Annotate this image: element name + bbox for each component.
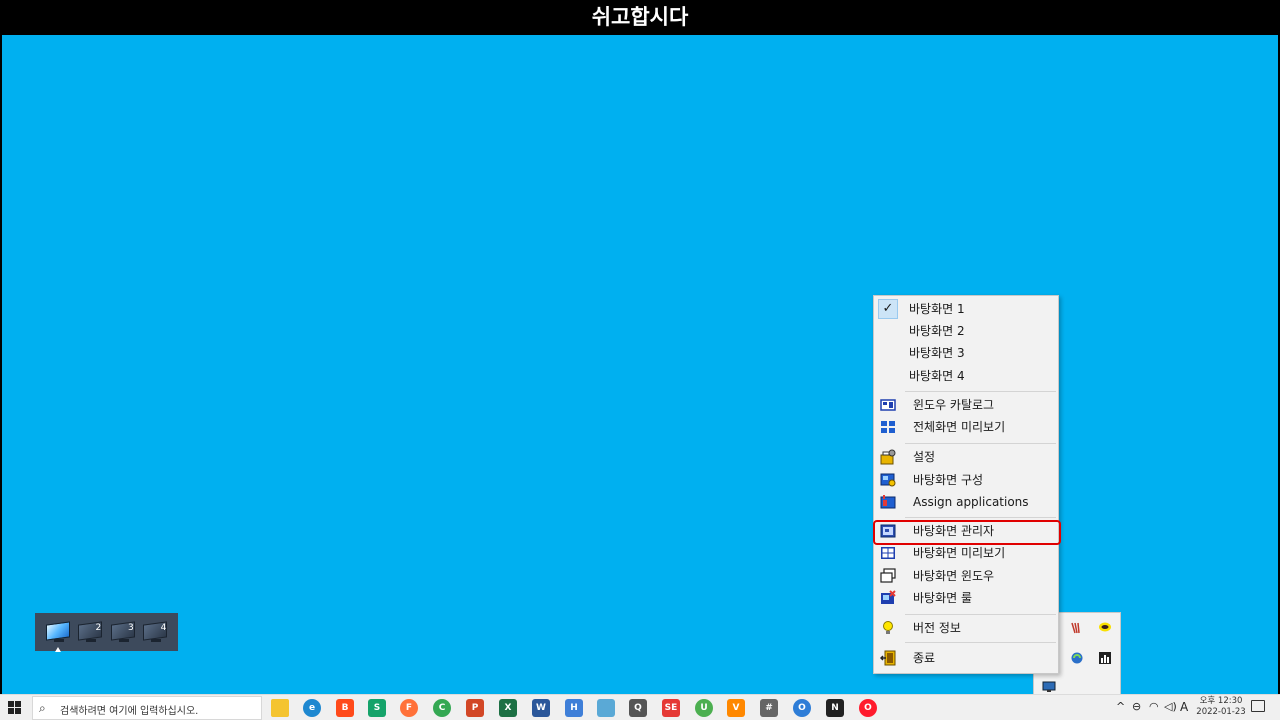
taskbar: ⌕ 검색하려면 여기에 입력하십시오. e B S F C P X W H Q SE U V # O N O ^… (0, 694, 1280, 720)
menu-item-version-info[interactable]: 버전 정보 (876, 617, 1056, 639)
pager-desktop-4[interactable]: 4 (141, 619, 169, 645)
checkmark-icon: ✓ (878, 299, 898, 319)
menu-item-desktop-4[interactable]: 바탕화면 4 (876, 365, 1056, 387)
assign-applications-icon (880, 495, 896, 509)
exit-door-icon (880, 650, 896, 666)
chevron-up-icon[interactable]: ^ (1116, 700, 1125, 713)
menu-separator (905, 391, 1056, 392)
desktop-config-icon (880, 473, 896, 487)
pager-desktop-2[interactable]: 2 (76, 619, 104, 645)
taskbar-app-vlc[interactable]: V (727, 699, 745, 717)
search-icon: ⌕ (39, 701, 46, 715)
taskbar-app-app-green-circle[interactable]: U (695, 699, 713, 717)
highlight-annotation-box (873, 520, 1061, 545)
taskbar-app-app-blue[interactable]: H (565, 699, 583, 717)
pager-number: 2 (95, 623, 102, 633)
pager-number: 3 (128, 623, 134, 633)
desktop-context-menu: ✓ 바탕화면 1 바탕화면 2 바탕화면 3 바탕화면 4 윈도우 카탈로그 전… (873, 295, 1059, 674)
pager-desktop-1[interactable] (44, 619, 72, 645)
menu-item-assign-applications[interactable]: Assign applications (876, 491, 1056, 513)
notification-icon[interactable] (1251, 700, 1265, 712)
menu-item-desktop-2[interactable]: 바탕화면 2 (876, 320, 1056, 342)
taskbar-app-sticky-notes[interactable]: N (826, 699, 844, 717)
lightbulb-icon (883, 621, 893, 634)
page-title: 쉬고합시다 (0, 0, 1280, 35)
desktop-pager: 2 3 4 (35, 613, 178, 651)
desktop-window-icon (880, 568, 896, 583)
taskbar-app-app-red[interactable]: SE (662, 699, 680, 717)
menu-item-desktop-config[interactable]: 바탕화면 구성 (876, 469, 1056, 491)
settings-icon (880, 449, 896, 465)
menu-separator (905, 517, 1056, 518)
tray-sync-icon[interactable] (1069, 650, 1085, 666)
menu-item-desktop-3[interactable]: 바탕화면 3 (876, 342, 1056, 364)
menu-item-settings[interactable]: 설정 (876, 446, 1056, 468)
desktop-rule-icon (881, 590, 896, 604)
taskbar-app-file-explorer[interactable] (271, 699, 289, 717)
desktop-background[interactable] (2, 35, 1278, 694)
taskbar-app-opera[interactable]: O (859, 699, 877, 717)
kakaotalk-icon[interactable] (1097, 620, 1113, 636)
taskbar-app-firefox[interactable]: F (400, 699, 418, 717)
menu-separator (905, 642, 1056, 643)
tray-chart-icon[interactable] (1097, 650, 1113, 666)
pager-number: 4 (160, 623, 167, 633)
taskbar-app-brave[interactable]: B (336, 699, 354, 717)
start-button[interactable] (8, 701, 22, 715)
ime-indicator[interactable]: A (1180, 700, 1188, 714)
monitor-icon (45, 621, 70, 641)
window-catalog-icon (880, 399, 896, 411)
taskbar-app-word[interactable]: W (532, 699, 550, 717)
wifi-icon[interactable]: ◠ (1149, 700, 1159, 713)
taskbar-app-app-ring[interactable]: O (793, 699, 811, 717)
taskbar-app-calculator[interactable]: # (760, 699, 778, 717)
tray-stylus-icon[interactable] (1069, 620, 1085, 636)
clock[interactable]: 오후 12:30 2022-01-23 (1196, 696, 1246, 718)
taskbar-app-powerpoint[interactable]: P (466, 699, 484, 717)
desktop-preview-icon (881, 547, 895, 559)
menu-item-exit[interactable]: 종료 (876, 647, 1056, 669)
menu-item-desktop-window[interactable]: 바탕화면 윈도우 (876, 565, 1056, 587)
windows-logo-icon (8, 701, 14, 707)
mouse-cursor-icon (55, 647, 61, 652)
taskbar-app-app-green[interactable]: S (368, 699, 386, 717)
menu-item-fullscreen-preview[interactable]: 전체화면 미리보기 (876, 416, 1056, 438)
taskbar-search-box[interactable]: ⌕ 검색하려면 여기에 입력하십시오. (32, 696, 262, 720)
menu-item-desktop-preview[interactable]: 바탕화면 미리보기 (876, 542, 1056, 564)
taskbar-app-app-monitor[interactable] (597, 699, 615, 717)
menu-separator (905, 443, 1056, 444)
menu-item-desktop-rule[interactable]: 바탕화면 룰 (876, 587, 1056, 609)
taskbar-app-search-tool[interactable]: Q (629, 699, 647, 717)
clock-date: 2022-01-23 (1196, 707, 1246, 717)
menu-item-desktop-1[interactable]: ✓ 바탕화면 1 (876, 298, 1056, 320)
taskbar-app-edge[interactable]: e (303, 699, 321, 717)
menu-separator (905, 614, 1056, 615)
pager-desktop-3[interactable]: 3 (109, 619, 137, 645)
clock-time: 오후 12:30 (1199, 696, 1243, 706)
tray-desktop-manager-icon[interactable] (1041, 679, 1057, 695)
fullscreen-preview-icon (881, 421, 895, 433)
menu-item-window-catalog[interactable]: 윈도우 카탈로그 (876, 394, 1056, 416)
taskbar-app-chrome[interactable]: C (433, 699, 451, 717)
taskbar-app-excel[interactable]: X (499, 699, 517, 717)
volume-icon[interactable]: ◁) (1164, 700, 1177, 713)
tray-device-icon[interactable]: ⊖ (1132, 700, 1141, 713)
